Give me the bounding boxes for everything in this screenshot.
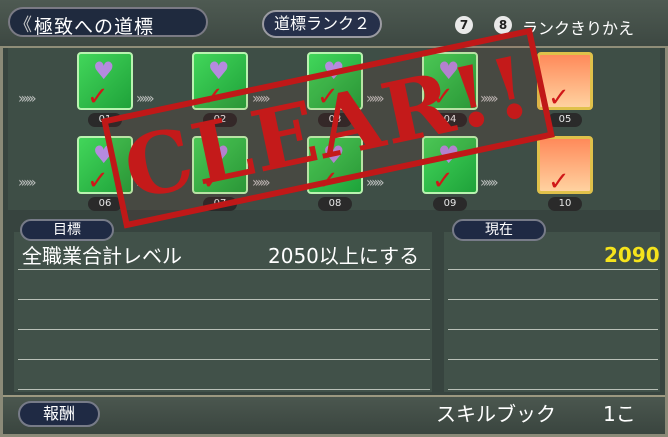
heart-icon: ♥ [208,57,230,85]
goal-condition: 2050以上にする [268,244,420,268]
check-icon: ✓ [548,167,570,197]
progress-arrows-icon: ›››››› [18,91,37,107]
left-bracket-icon: 《 [14,15,32,36]
milestone-number: 06 [88,197,122,211]
reward-count: 1こ [603,402,636,426]
reward-item: スキルブック [436,402,556,426]
row-divider [448,329,658,330]
rank-indicator: 道標ランク２ [262,10,382,38]
row-divider [448,389,658,390]
milestone-tile-10[interactable]: ✓ [537,136,593,197]
progress-arrows-icon: ›››››› [136,91,155,107]
row-divider [448,299,658,300]
row-divider [18,269,430,270]
current-label: 現在 [452,219,546,241]
header-bar: 《 極致への道標 道標ランク２ 7 8 ランクきりかえ [0,0,668,48]
check-icon: ✓ [432,166,454,196]
row-divider [18,299,430,300]
progress-arrows-icon: ›››››› [366,175,385,191]
row-divider [18,359,430,360]
row-divider [18,389,430,390]
progress-arrows-icon: ›››››› [18,175,37,191]
milestone-number: 09 [433,197,467,211]
milestone-number: 05 [548,113,582,127]
milestone-number: 08 [318,197,352,211]
heart-icon: ♥ [93,57,115,85]
reward-bar [3,395,665,434]
rank-switch-label[interactable]: ランクきりかえ [522,15,634,39]
current-value: 2090 [604,243,660,267]
key-7-icon[interactable]: 7 [455,16,473,34]
reward-label: 報酬 [18,401,100,427]
row-divider [18,329,430,330]
milestone-tile-01[interactable]: ♥ ✓ [77,52,133,110]
progress-arrows-icon: ›››››› [480,175,499,191]
goal-label: 目標 [20,219,114,241]
milestone-number: 10 [548,197,582,211]
row-divider [448,269,658,270]
check-icon: ✓ [548,83,570,113]
check-icon: ✓ [87,82,109,112]
title-plate: 《 極致への道標 [8,7,208,38]
goal-description: 全職業合計レベル [22,244,182,268]
window-title: 極致への道標 [34,16,155,38]
check-icon: ✓ [87,166,109,196]
row-divider [448,359,658,360]
